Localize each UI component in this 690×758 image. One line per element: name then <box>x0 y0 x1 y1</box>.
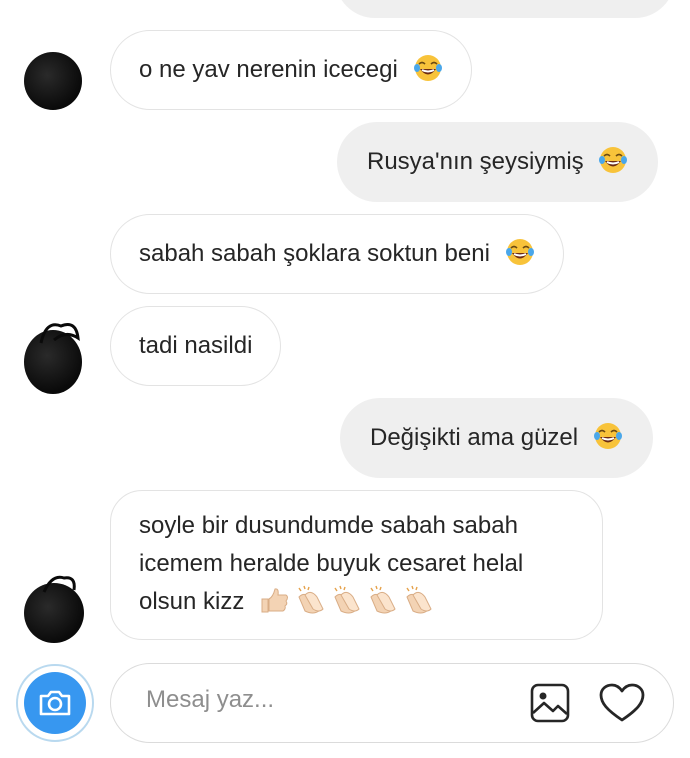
thumbs-up-clapping-emoji-icon <box>259 585 439 615</box>
message-text-line: olsun kizz <box>139 588 245 615</box>
message-text: Değişikti ama güzel <box>370 424 579 451</box>
message-bubble-incoming[interactable]: tadi nasildi <box>110 306 282 386</box>
message-bubble-outgoing[interactable]: Rusya'nın şeysiymiş <box>337 122 659 202</box>
avatar[interactable] <box>24 52 82 110</box>
camera-button[interactable] <box>16 664 94 742</box>
tears-of-joy-emoji-icon <box>505 237 535 267</box>
heart-icon[interactable] <box>599 683 645 728</box>
message-text: sabah sabah şoklara soktun beni <box>139 240 490 267</box>
message-text-line: soyle bir dusundumde sabah sabah <box>139 512 518 539</box>
message-input[interactable]: Mesaj yaz... <box>110 663 674 743</box>
avatar-scribble <box>39 323 80 344</box>
message-bubble-outgoing[interactable]: Değişikti ama güzel <box>340 398 653 478</box>
avatar-scribble <box>42 575 76 593</box>
message-text: o ne yav nerenin icecegi <box>139 56 398 83</box>
tears-of-joy-emoji-icon <box>598 145 628 175</box>
message-input-placeholder: Mesaj yaz... <box>146 686 275 713</box>
message-bubble-incoming[interactable]: soyle bir dusundumde sabah sabah icemem … <box>110 490 603 640</box>
message-bubble-incoming[interactable]: sabah sabah şoklara soktun beni <box>110 214 564 294</box>
tears-of-joy-emoji-icon <box>593 421 623 451</box>
camera-icon <box>24 672 86 734</box>
message-bubble-incoming[interactable]: o ne yav nerenin icecegi <box>110 30 472 110</box>
message-text: tadi nasildi <box>139 332 253 359</box>
message-text: Rusya'nın şeysiymiş <box>367 148 584 175</box>
tears-of-joy-emoji-icon <box>413 53 443 83</box>
previous-message-bubble <box>335 0 675 18</box>
image-icon[interactable] <box>529 682 571 729</box>
message-text-line: icemem heralde buyuk cesaret helal <box>139 550 524 577</box>
